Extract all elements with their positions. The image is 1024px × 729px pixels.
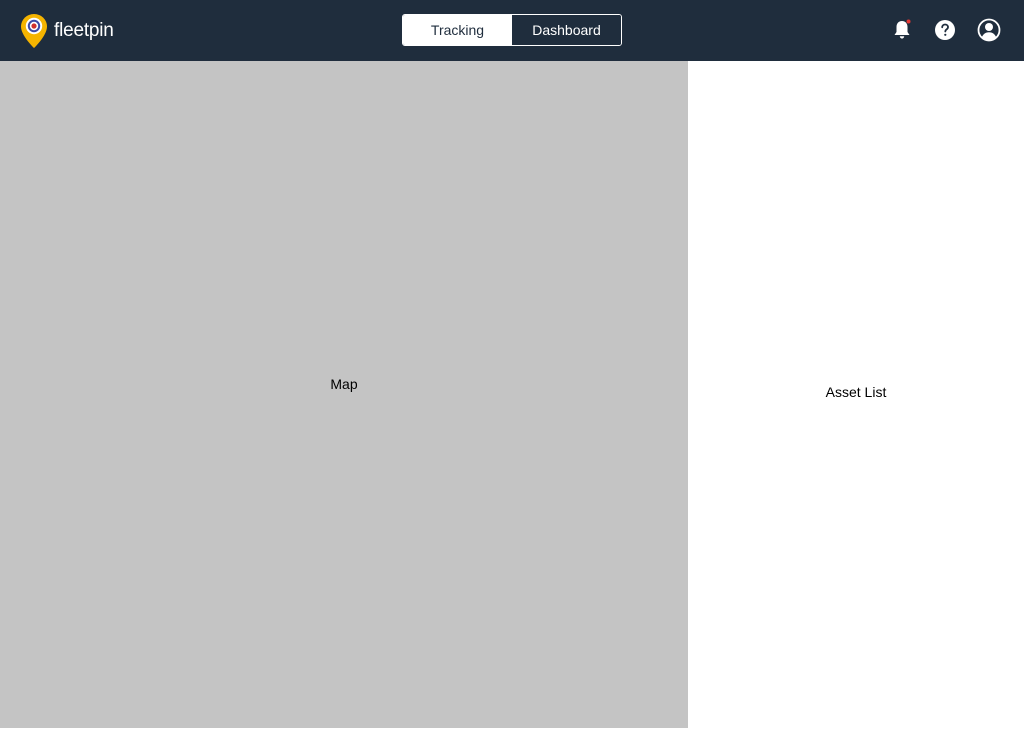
help-button[interactable] <box>933 18 957 42</box>
user-icon <box>977 18 1001 42</box>
user-profile-button[interactable] <box>977 18 1001 42</box>
tab-tracking[interactable]: Tracking <box>403 15 512 45</box>
asset-list-panel[interactable]: Asset List <box>688 61 1024 728</box>
map-placeholder-label: Map <box>330 376 358 392</box>
map-panel[interactable]: Map <box>0 61 688 728</box>
top-navigation-bar: fleetpin Tracking Dashboard <box>0 0 1024 61</box>
bell-icon <box>894 19 911 39</box>
notifications-button[interactable] <box>890 18 914 42</box>
notification-dot <box>906 19 911 24</box>
view-tabs: Tracking Dashboard <box>402 14 622 46</box>
help-icon <box>935 20 955 40</box>
tab-dashboard[interactable]: Dashboard <box>512 15 621 45</box>
asset-list-placeholder-label: Asset List <box>825 384 887 400</box>
location-pin-logo-icon <box>21 14 47 48</box>
brand-logo[interactable]: fleetpin <box>20 12 114 50</box>
brand-name: fleetpin <box>54 20 114 41</box>
